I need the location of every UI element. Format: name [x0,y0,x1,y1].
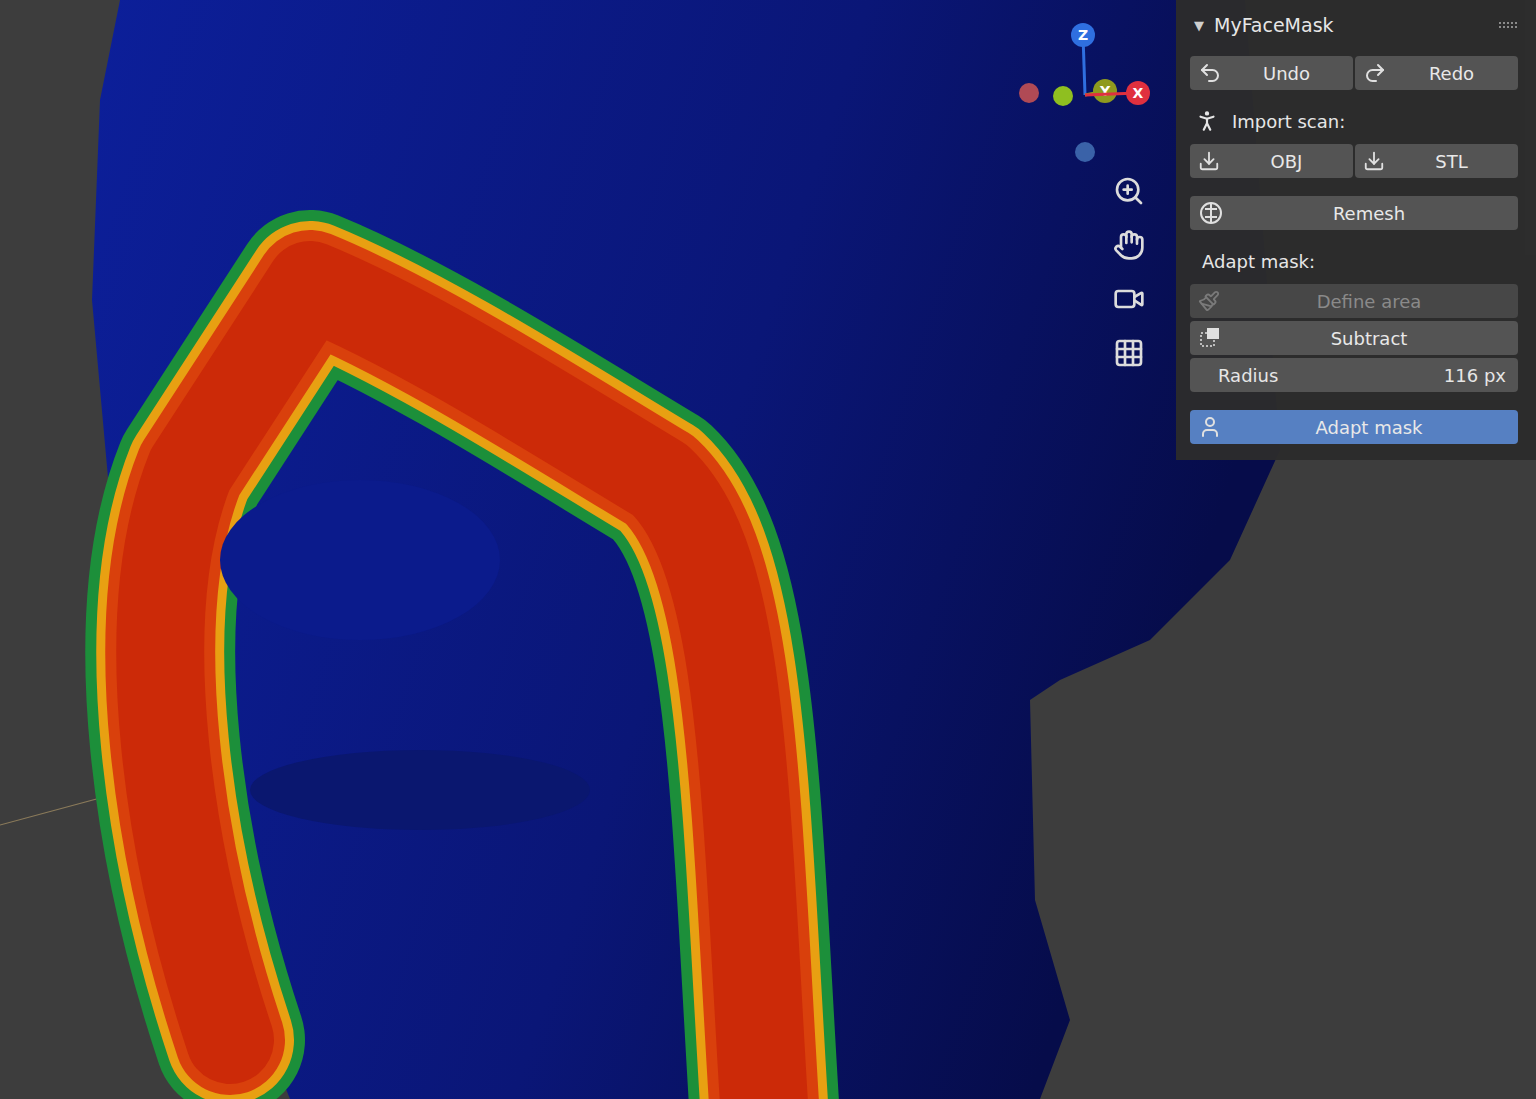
panel-title: MyFaceMask [1214,14,1488,36]
neg-x-axis-icon[interactable] [1019,83,1039,103]
pan-hand-icon[interactable] [1113,229,1145,261]
import-row: OBJSTL [1190,144,1518,178]
adapt-label: Adapt mask: [1190,244,1518,278]
remesh-button[interactable]: Remesh [1190,196,1518,230]
remesh-icon [1198,200,1224,226]
import-label: Import scan: [1190,104,1518,138]
axis-handle[interactable]: Y [1085,79,1117,103]
adapt-tools: Define areaSubtractRadius116 px [1190,284,1518,392]
collapse-toggle[interactable]: ▼ [1190,18,1204,33]
person-icon [1194,108,1220,134]
camera-icon[interactable] [1113,283,1145,315]
user-icon [1198,415,1222,439]
svg-text:Y: Y [1099,83,1111,99]
history-row: UndoRedo [1190,56,1518,90]
navigation-gizmo[interactable]: Z Y X [1010,15,1160,175]
download-icon [1363,150,1385,172]
brush-icon [1198,290,1220,312]
history-button[interactable]: Undo [1190,56,1353,90]
tool-button: Define area [1190,284,1518,318]
axis-handle[interactable]: X [1085,81,1150,105]
history-button[interactable]: Redo [1355,56,1518,90]
svg-text:X: X [1133,85,1144,101]
panel-header[interactable]: ▼ MyFaceMask [1190,8,1518,42]
undo-icon [1198,61,1222,85]
adapt-mask-button[interactable]: Adapt mask [1190,410,1518,444]
mask-area-heatmap [160,285,765,1099]
grid-view-icon[interactable] [1113,337,1145,369]
svg-text:Z: Z [1078,27,1088,43]
viewport[interactable]: Z Y X ▼ MyFaceMask UndoRedo Import scan: OBJSTL… [0,0,1536,1099]
radius-field[interactable]: Radius116 px [1190,358,1518,392]
redo-icon [1363,61,1387,85]
drag-grip-icon[interactable] [1498,21,1518,29]
import-button[interactable]: STL [1355,144,1518,178]
import-button[interactable]: OBJ [1190,144,1353,178]
tool-button[interactable]: Subtract [1190,321,1518,355]
lips-mesh [250,750,590,830]
nose-mesh [220,480,500,640]
axis-handle[interactable]: Z [1071,23,1095,95]
subtract-icon [1198,325,1224,351]
download-icon [1198,150,1220,172]
myfacemask-panel: ▼ MyFaceMask UndoRedo Import scan: OBJSTL Rem… [1176,0,1536,460]
zoom-icon[interactable] [1113,175,1145,207]
navigation-tools [1113,175,1145,369]
neg-y-axis-icon[interactable] [1053,86,1073,106]
neg-z-axis-icon[interactable] [1075,142,1095,162]
